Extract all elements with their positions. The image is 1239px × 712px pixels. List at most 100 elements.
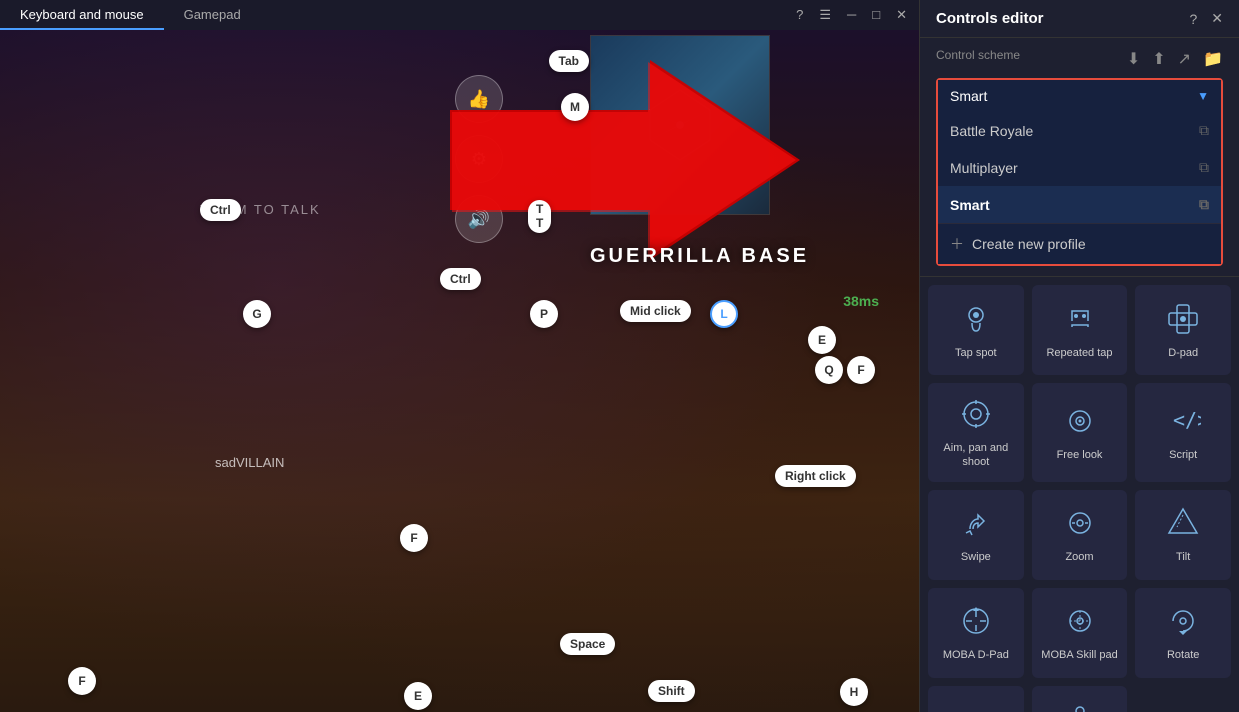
tab-keyboard[interactable]: Keyboard and mouse [0, 1, 164, 30]
ctrl-badge-tap: Ctrl [200, 199, 241, 221]
control-placeholder [1135, 686, 1231, 712]
h-key-badge: H [840, 678, 868, 706]
game-area: Keyboard and mouse Gamepad ? ☰ ─ □ ✕ 👍 ⚙… [0, 0, 919, 712]
controls-title: Controls editor [936, 10, 1044, 27]
l-key-badge: L [710, 300, 738, 328]
repeated-tap-label: Repeated tap [1046, 346, 1112, 360]
control-script[interactable]: </> Script [1135, 383, 1231, 482]
header-icons: ? ✕ [1189, 10, 1223, 27]
dropdown-item-battle-royale[interactable]: Battle Royale ⧉ [938, 112, 1221, 149]
p-key-badge: P [530, 300, 558, 328]
aim-label: Aim, pan and shoot [936, 441, 1016, 470]
copy-icon-multiplayer: ⧉ [1199, 159, 1209, 176]
moba-skill-icon [1061, 602, 1099, 640]
control-zoom[interactable]: Zoom [1032, 490, 1128, 580]
rotate-icon [1164, 602, 1202, 640]
shoot-icon [957, 700, 995, 712]
red-arrow [450, 50, 800, 270]
tab-key-badge: Tab [549, 50, 589, 72]
control-joystick[interactable]: Joystick [1032, 686, 1128, 712]
tap-spot-label: Tap spot [955, 346, 997, 360]
tab-gamepad[interactable]: Gamepad [164, 1, 261, 30]
m-key-badge: M [561, 93, 589, 121]
mid-click-badge: Mid click [620, 300, 691, 322]
tap-spot-icon [957, 300, 995, 338]
ping-display: 38ms [843, 293, 879, 309]
maximize-icon[interactable]: □ [872, 7, 880, 23]
e-key-badge-bottom: E [404, 682, 432, 710]
scheme-dropdown-selected[interactable]: Smart ▼ [938, 80, 1221, 112]
grid-row-3: Swipe Zoom [928, 490, 1231, 580]
folder-icon[interactable]: 📁 [1203, 49, 1223, 69]
close-icon-panel[interactable]: ✕ [1211, 10, 1223, 27]
svg-text:</>: </> [1173, 408, 1201, 432]
control-moba-dpad[interactable]: MOBA D-Pad [928, 588, 1024, 678]
create-plus-icon: ＋ [950, 236, 964, 252]
scheme-dropdown-menu: Battle Royale ⧉ Multiplayer ⧉ Smart ⧉ ＋C… [938, 112, 1221, 264]
f-key-badge-mid: F [400, 524, 428, 552]
zoom-icon [1061, 504, 1099, 542]
window-controls: ? ☰ ─ □ ✕ [796, 7, 919, 23]
f-key-badge-top: F [847, 356, 875, 384]
scheme-dropdown-wrapper[interactable]: Smart ▼ Battle Royale ⧉ Multiplayer ⧉ Sm… [936, 78, 1223, 266]
dropdown-item-smart[interactable]: Smart ⧉ [938, 186, 1221, 223]
control-swipe[interactable]: Swipe [928, 490, 1024, 580]
swipe-label: Swipe [961, 550, 991, 564]
control-rotate[interactable]: Rotate [1135, 588, 1231, 678]
menu-icon[interactable]: ☰ [819, 7, 831, 23]
aim-icon [957, 395, 995, 433]
shift-key-badge: Shift [648, 680, 695, 702]
tap-to-talk: Ctrl TAP M TO TALK [200, 202, 321, 217]
grid-row-4: MOBA D-Pad MOBA Skill pad [928, 588, 1231, 678]
grid-row-5: Shoot Joystick [928, 686, 1231, 712]
control-aim[interactable]: Aim, pan and shoot [928, 383, 1024, 482]
space-key-badge: Space [560, 633, 615, 655]
control-freelook[interactable]: Free look [1032, 383, 1128, 482]
control-dpad[interactable]: D-pad [1135, 285, 1231, 375]
guerrilla-base-label: GUERRILLA BASE [590, 245, 809, 268]
f-key-badge-bottom: F [68, 667, 96, 695]
control-tilt[interactable]: Tilt [1135, 490, 1231, 580]
right-click-badge: Right click [775, 465, 856, 487]
scheme-section: Control scheme ⬇ ⬆ ↗ 📁 Smart ▼ Battle Ro… [920, 38, 1239, 277]
titlebar: Keyboard and mouse Gamepad ? ☰ ─ □ ✕ [0, 0, 919, 30]
controls-grid: Tap spot Repeated tap [920, 277, 1239, 712]
zoom-label: Zoom [1065, 550, 1093, 564]
dropdown-arrow-icon: ▼ [1197, 89, 1209, 103]
help-icon-panel[interactable]: ? [1189, 11, 1197, 27]
close-icon[interactable]: ✕ [896, 7, 907, 23]
e-key-badge: E [808, 326, 836, 354]
repeated-tap-icon [1061, 300, 1099, 338]
moba-dpad-icon [957, 602, 995, 640]
freelook-label: Free look [1057, 448, 1103, 462]
grid-row-1: Tap spot Repeated tap [928, 285, 1231, 375]
dpad-label: D-pad [1168, 346, 1198, 360]
controls-header: Controls editor ? ✕ [920, 0, 1239, 38]
rotate-label: Rotate [1167, 648, 1199, 662]
moba-skill-label: MOBA Skill pad [1041, 648, 1117, 662]
scheme-label: Control scheme [936, 48, 1020, 62]
minimize-icon[interactable]: ─ [847, 7, 856, 23]
q-key-badge: Q [815, 356, 843, 384]
tilt-label: Tilt [1176, 550, 1190, 564]
control-shoot[interactable]: Shoot [928, 686, 1024, 712]
swipe-icon [957, 504, 995, 542]
share-icon[interactable]: ↗ [1178, 49, 1191, 69]
control-repeated-tap[interactable]: Repeated tap [1032, 285, 1128, 375]
copy-icon-battle: ⧉ [1199, 122, 1209, 139]
tt-key-badge: TT [528, 200, 551, 233]
help-icon[interactable]: ? [796, 7, 803, 23]
ctrl-key-badge-2: Ctrl [440, 268, 481, 290]
dpad-icon [1164, 300, 1202, 338]
dropdown-item-multiplayer[interactable]: Multiplayer ⧉ [938, 149, 1221, 186]
script-label: Script [1169, 448, 1197, 462]
control-tap-spot[interactable]: Tap spot [928, 285, 1024, 375]
freelook-icon [1061, 402, 1099, 440]
export-icon[interactable]: ⬆ [1152, 49, 1165, 69]
copy-icon-smart: ⧉ [1199, 196, 1209, 213]
villain-name: sadVILLAIN [215, 455, 284, 470]
control-moba-skill[interactable]: MOBA Skill pad [1032, 588, 1128, 678]
dropdown-item-create[interactable]: ＋Create new profile [938, 223, 1221, 264]
script-icon: </> [1164, 402, 1202, 440]
download-icon[interactable]: ⬇ [1127, 49, 1140, 69]
